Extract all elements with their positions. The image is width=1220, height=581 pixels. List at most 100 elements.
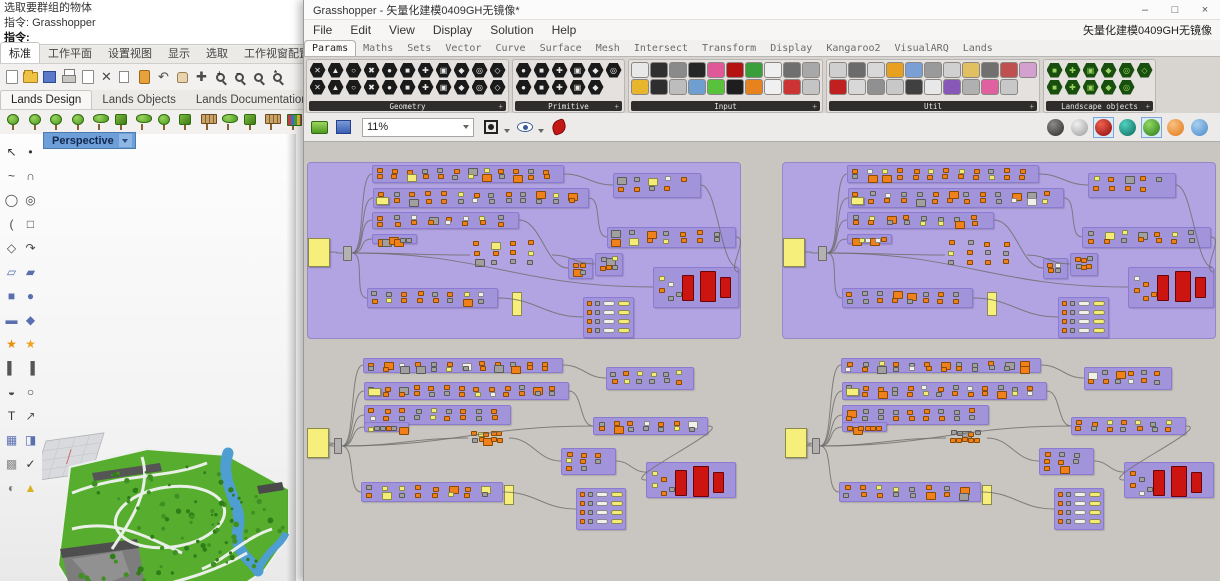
gh-node[interactable]	[1059, 452, 1065, 457]
menu-file[interactable]: File	[304, 23, 341, 37]
node-group[interactable]	[848, 188, 1064, 208]
gh-node[interactable]	[862, 416, 868, 421]
gh-tab-surface[interactable]: Surface	[533, 41, 589, 56]
gh-node[interactable]	[595, 319, 600, 324]
new-file-icon[interactable]	[2, 67, 21, 87]
gh-node[interactable]	[520, 198, 526, 203]
gh-node[interactable]	[1130, 483, 1136, 488]
red-node-group[interactable]	[1128, 267, 1214, 308]
wire-display-icon[interactable]	[548, 116, 570, 138]
chevron-down-icon[interactable]	[538, 129, 544, 136]
gh-node[interactable]	[847, 299, 853, 304]
gh-node[interactable]	[647, 238, 653, 243]
gh-node[interactable]	[972, 367, 978, 372]
gh-node[interactable]	[1058, 510, 1063, 515]
gh-node[interactable]	[1140, 176, 1146, 181]
component-icon[interactable]: ○	[345, 79, 362, 95]
gh-capsule[interactable]	[1078, 319, 1090, 324]
gh-node[interactable]	[446, 367, 452, 372]
gh-node[interactable]	[588, 510, 593, 515]
component-icon[interactable]: ◎	[471, 79, 488, 95]
gh-node[interactable]	[954, 416, 960, 421]
component-icon[interactable]: ■	[533, 79, 550, 95]
error-node[interactable]	[720, 277, 731, 298]
gh-node[interactable]	[433, 487, 439, 492]
node-group[interactable]	[946, 428, 987, 448]
gh-node[interactable]	[659, 288, 665, 293]
gh-node[interactable]	[414, 391, 420, 396]
node-group[interactable]	[606, 367, 694, 390]
gh-node[interactable]	[624, 379, 630, 384]
gh-node[interactable]	[484, 168, 490, 173]
gh-node[interactable]	[519, 385, 525, 390]
extrude-tool[interactable]: ▌	[2, 356, 21, 380]
gh-node[interactable]	[887, 220, 893, 225]
gh-node[interactable]	[1165, 427, 1171, 432]
gh-node[interactable]	[870, 191, 876, 196]
gh-node[interactable]	[909, 416, 915, 421]
gh-node[interactable]	[882, 169, 888, 174]
blue-sphere-icon[interactable]	[1189, 117, 1210, 138]
gh-tab-kangaroo2[interactable]: Kangaroo2	[819, 41, 887, 56]
node-group[interactable]	[568, 258, 593, 279]
gh-node[interactable]	[527, 260, 533, 265]
gh-capsule[interactable]	[618, 319, 630, 324]
gh-node[interactable]	[697, 238, 703, 243]
gh-node[interactable]	[1121, 238, 1127, 243]
gh-node[interactable]	[587, 301, 592, 306]
maximize-button[interactable]: □	[1160, 1, 1190, 19]
component-icon[interactable]	[1000, 62, 1018, 78]
gh-node[interactable]	[482, 174, 492, 182]
component-icon[interactable]: ▣	[1082, 62, 1099, 78]
gh-node[interactable]	[878, 409, 884, 414]
gh-node[interactable]	[505, 386, 511, 391]
gh-node[interactable]	[853, 220, 859, 225]
gh-node[interactable]	[587, 319, 592, 324]
polygon-tool[interactable]: ◇	[2, 236, 21, 260]
gh-node[interactable]	[941, 367, 947, 372]
gh-node[interactable]	[399, 427, 409, 435]
gh-node[interactable]	[567, 452, 573, 457]
gh-node[interactable]	[386, 292, 392, 297]
gh-node[interactable]	[914, 169, 920, 174]
component-icon[interactable]: ▣	[569, 79, 586, 95]
component-icon[interactable]	[650, 62, 668, 78]
gh-node[interactable]	[1156, 177, 1162, 182]
gh-node[interactable]	[386, 298, 392, 303]
gh-node[interactable]	[1143, 296, 1149, 301]
gh-node[interactable]	[938, 409, 944, 414]
gh-node[interactable]	[1088, 231, 1094, 236]
gh-node[interactable]	[863, 299, 869, 304]
gh-node[interactable]	[462, 221, 468, 226]
rhino-tab-0[interactable]: 标准	[0, 42, 40, 63]
gh-node[interactable]	[399, 416, 405, 421]
gh-node[interactable]	[926, 485, 932, 490]
gh-node[interactable]	[511, 366, 521, 374]
move-icon[interactable]: ✚	[192, 67, 211, 87]
gh-node[interactable]	[882, 175, 892, 183]
wall-icon[interactable]	[174, 112, 196, 132]
menu-edit[interactable]: Edit	[341, 23, 380, 37]
error-node[interactable]	[713, 472, 724, 493]
gh-node[interactable]	[964, 199, 970, 204]
gh-node[interactable]	[468, 174, 474, 179]
gh-capsule[interactable]	[1093, 301, 1105, 306]
error-node[interactable]	[1195, 277, 1206, 298]
gh-node[interactable]	[1087, 256, 1093, 261]
gh-node[interactable]	[452, 175, 458, 180]
error-node[interactable]	[1157, 275, 1169, 301]
gh-tab-vector[interactable]: Vector	[438, 41, 488, 56]
gh-node[interactable]	[909, 366, 915, 371]
gh-node[interactable]	[510, 250, 516, 255]
tree-icon[interactable]	[67, 112, 89, 132]
component-icon[interactable]: ○	[345, 62, 362, 78]
gh-node[interactable]	[447, 298, 453, 303]
component-icon[interactable]: ■	[399, 62, 416, 78]
gh-node[interactable]	[407, 174, 417, 182]
gh-node[interactable]	[627, 421, 633, 426]
gh-node[interactable]	[1004, 366, 1010, 371]
component-icon[interactable]: ▣	[569, 62, 586, 78]
gh-node[interactable]	[599, 426, 605, 431]
gh-node[interactable]	[611, 230, 621, 238]
gh-node[interactable]	[383, 416, 389, 421]
